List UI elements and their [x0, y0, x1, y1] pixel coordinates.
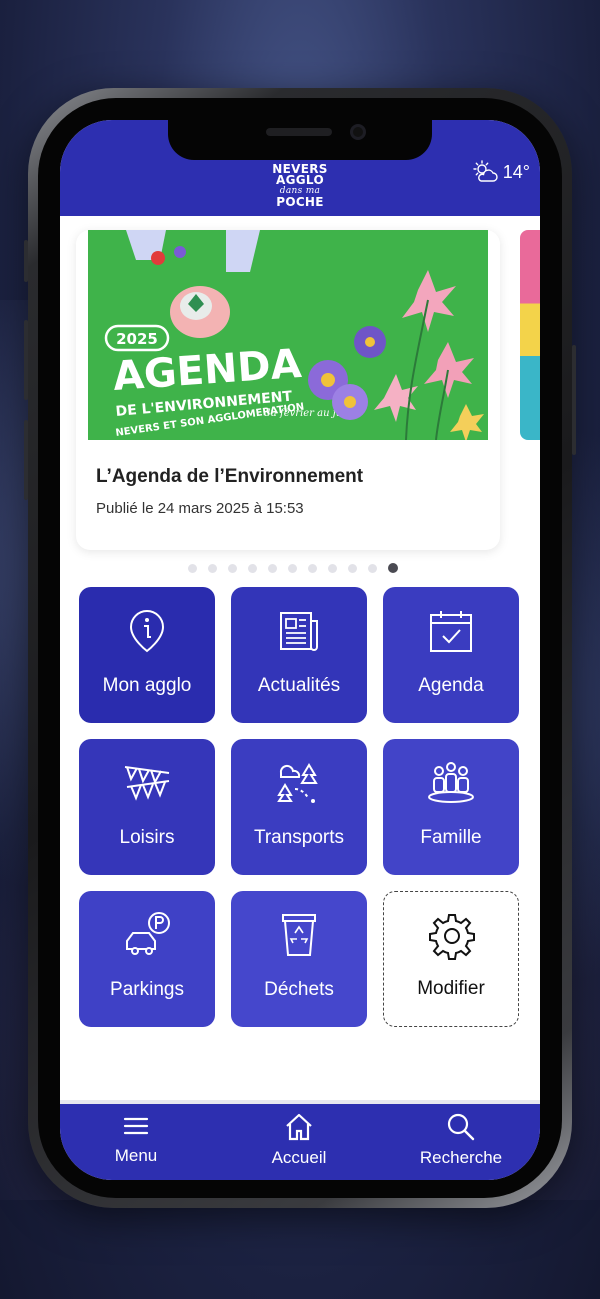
tile-agenda[interactable]: Agenda: [383, 587, 519, 723]
tile-modifier[interactable]: Modifier: [383, 891, 519, 1027]
pagination-dot[interactable]: [328, 563, 337, 573]
nav-label: Accueil: [271, 1148, 327, 1167]
bottom-nav: Menu Accueil Recherche: [60, 1104, 540, 1180]
nav-recherche[interactable]: Recherche: [401, 1112, 521, 1168]
pagination-dot[interactable]: [348, 563, 357, 573]
news-card-date: Publié le 24 mars 2025 à 15:53: [96, 500, 304, 517]
partly-cloudy-icon: [473, 160, 498, 182]
tile-actualites[interactable]: Actualités: [231, 587, 367, 723]
search-icon: [447, 1113, 475, 1141]
carousel-pagination: [188, 563, 398, 573]
pagination-dot[interactable]: [288, 563, 297, 573]
map-route-icon: [277, 763, 318, 803]
phone-power-button: [572, 345, 576, 455]
phone-volume-up: [24, 320, 28, 400]
phone-volume-down: [24, 420, 28, 500]
calendar-check-icon: [430, 611, 472, 652]
tile-label: Modifier: [417, 978, 485, 999]
app-logo[interactable]: NEVERS AGGLO dans ma POCHE: [270, 163, 330, 212]
tile-label: Mon agglo: [102, 675, 192, 696]
tile-label: Parkings: [110, 979, 184, 1000]
nav-accueil[interactable]: Accueil: [239, 1112, 359, 1168]
phone-side-button: [24, 240, 28, 282]
news-card[interactable]: 2025 AGENDA DE L'ENVIRONNEMENT NEVERS ET…: [76, 230, 500, 550]
pagination-dot[interactable]: [248, 563, 257, 573]
pagination-dot[interactable]: [208, 563, 217, 573]
gear-icon: [429, 914, 475, 960]
tile-label: Agenda: [418, 675, 484, 696]
app-screen: NEVERS AGGLO dans ma POCHE 14° 2025 AGEN…: [60, 120, 540, 1180]
car-parking-icon: [126, 912, 170, 955]
tile-transports[interactable]: Transports: [231, 739, 367, 875]
tile-label: Actualités: [257, 675, 341, 696]
phone-camera: [350, 124, 366, 140]
logo-line-4: POCHE: [276, 195, 324, 209]
info-pin-icon: [129, 609, 165, 653]
tile-label: Loisirs: [119, 827, 175, 848]
nav-menu[interactable]: Menu: [76, 1112, 196, 1166]
tile-label: Famille: [420, 827, 482, 848]
pagination-dot[interactable]: [268, 563, 277, 573]
bunting-icon: [124, 766, 170, 801]
nav-label: Recherche: [419, 1148, 503, 1167]
image-year-text: 2025: [116, 330, 158, 348]
phone-notch: [168, 120, 432, 160]
hamburger-icon: [123, 1117, 149, 1135]
phone-speaker: [266, 128, 332, 136]
tile-parkings[interactable]: Parkings: [79, 891, 215, 1027]
recycle-bin-icon: [282, 914, 316, 956]
pagination-dot[interactable]: [228, 563, 237, 573]
news-card-title: L’Agenda de l’Environnement: [96, 466, 364, 487]
people-icon: [428, 762, 474, 803]
tile-loisirs[interactable]: Loisirs: [79, 739, 215, 875]
weather-widget[interactable]: 14°: [473, 160, 530, 184]
pagination-dot[interactable]: [308, 563, 317, 573]
pagination-dot[interactable]: [188, 563, 197, 573]
tile-mon-agglo[interactable]: Mon agglo: [79, 587, 215, 723]
news-card-image: 2025 AGENDA DE L'ENVIRONNEMENT NEVERS ET…: [88, 230, 488, 440]
temperature-label: 14°: [502, 161, 530, 182]
tile-dechets[interactable]: Déchets: [231, 891, 367, 1027]
logo-line-2: AGGLO: [276, 173, 324, 187]
nav-label: Menu: [114, 1146, 158, 1165]
pagination-dot[interactable]: [368, 563, 377, 573]
newspaper-icon: [280, 612, 318, 651]
tile-famille[interactable]: Famille: [383, 739, 519, 875]
next-card-peek[interactable]: [520, 230, 540, 440]
home-icon: [286, 1113, 312, 1141]
tile-label: Déchets: [264, 979, 334, 1000]
tile-label: Transports: [253, 827, 345, 848]
pagination-dot-active[interactable]: [388, 563, 398, 573]
